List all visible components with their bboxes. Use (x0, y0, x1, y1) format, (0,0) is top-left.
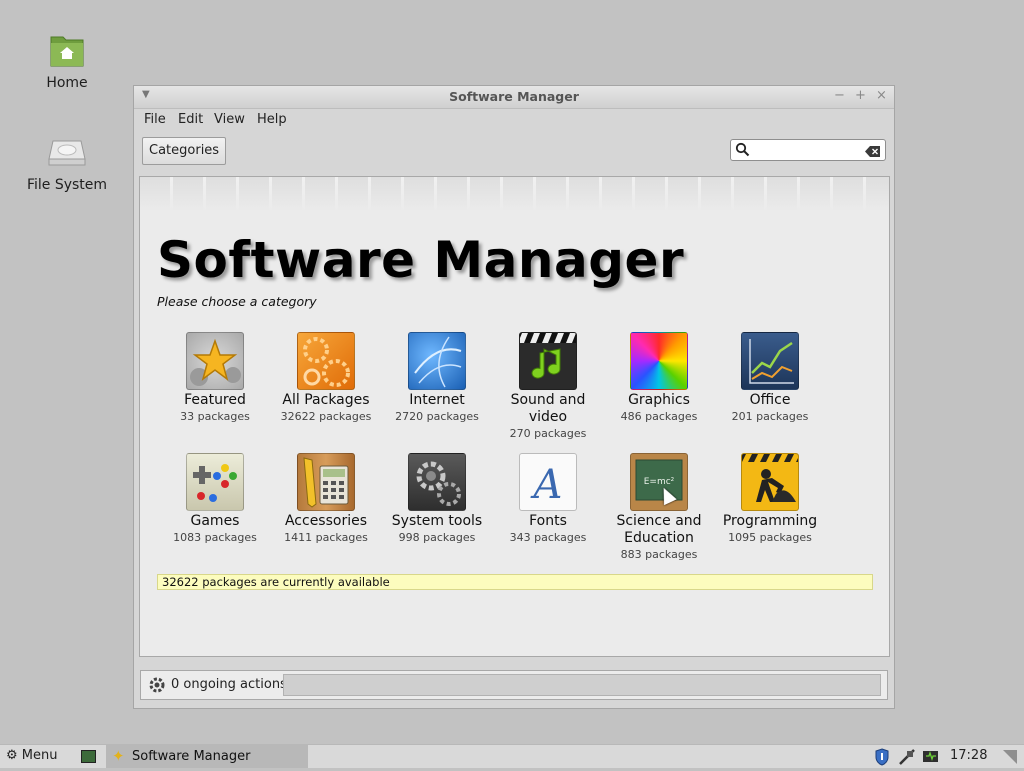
page-subtitle: Please choose a category (157, 294, 317, 309)
desktop-icon-file-system[interactable]: File System (12, 135, 122, 193)
update-shield-icon[interactable] (874, 748, 890, 770)
category-sound-and-video[interactable]: Sound and video 270 packages (493, 332, 603, 442)
start-menu-label: Menu (21, 748, 58, 763)
category-graphics[interactable]: Graphics 486 packages (604, 332, 714, 425)
chalkboard-icon: E=mc² (630, 453, 688, 511)
category-games[interactable]: Games 1083 packages (160, 453, 270, 546)
calculator-icon (297, 453, 355, 511)
category-internet[interactable]: Internet 2720 packages (382, 332, 492, 425)
color-wheel-icon (630, 332, 688, 390)
search-field[interactable] (730, 139, 886, 161)
category-panel: Software Manager Please choose a categor… (139, 176, 890, 657)
chart-icon (741, 332, 799, 390)
category-count: 883 packages (620, 548, 698, 561)
gear-icon: ⚙ (6, 748, 18, 763)
category-name: Office (749, 392, 791, 408)
category-accessories[interactable]: Accessories 1411 packages (271, 453, 381, 546)
clapperboard-music-icon (519, 332, 577, 390)
category-name: All Packages (282, 392, 370, 408)
actions-progress-bar (283, 674, 881, 696)
menu-edit[interactable]: Edit (178, 112, 203, 127)
taskbar-window-software-manager[interactable]: ✦ Software Manager (106, 745, 308, 768)
category-name: Accessories (284, 513, 368, 529)
category-count: 1411 packages (284, 531, 368, 544)
category-count: 998 packages (398, 531, 476, 544)
category-system-tools[interactable]: System tools 998 packages (382, 453, 492, 546)
category-name: Featured (184, 392, 246, 408)
font-icon: A (519, 453, 577, 511)
start-menu-button[interactable]: ⚙ Menu (6, 748, 58, 763)
window-titlebar[interactable]: ▼ Software Manager − + × (134, 86, 894, 109)
category-count: 33 packages (180, 410, 250, 423)
category-name: Programming (722, 513, 818, 529)
star-icon (186, 332, 244, 390)
gears-icon (297, 332, 355, 390)
category-science-and-education[interactable]: E=mc² Science and Education 883 packages (604, 453, 714, 563)
software-manager-icon: ✦ (112, 747, 125, 765)
actions-bar: 0 ongoing actions (140, 670, 888, 700)
category-count: 1083 packages (173, 531, 257, 544)
network-icon[interactable] (898, 748, 916, 770)
drive-icon (45, 135, 89, 171)
menu-view[interactable]: View (214, 112, 245, 127)
construction-icon (741, 453, 799, 511)
category-count: 32622 packages (280, 410, 372, 423)
minimize-icon[interactable]: − (834, 88, 845, 103)
category-name: Sound and video (510, 392, 586, 425)
page-title: Software Manager (157, 231, 685, 289)
header-stripes (140, 177, 889, 211)
category-name: Fonts (529, 513, 567, 529)
show-desktop-icon[interactable] (81, 750, 96, 763)
gamepad-icon (186, 453, 244, 511)
categories-button[interactable]: Categories (142, 137, 227, 165)
taskbar-window-label: Software Manager (132, 749, 251, 764)
gear-icon (408, 453, 466, 511)
clear-search-icon[interactable] (865, 143, 881, 162)
software-manager-window: ▼ Software Manager − + × File Edit View … (133, 85, 895, 709)
desktop-icon-home[interactable]: Home (12, 33, 122, 91)
category-fonts[interactable]: A Fonts 343 packages (493, 453, 603, 546)
category-name: Internet (409, 392, 465, 408)
globe-icon (408, 332, 466, 390)
category-programming[interactable]: Programming 1095 packages (715, 453, 825, 546)
home-folder-icon (45, 33, 89, 69)
clock[interactable]: 17:28 (950, 748, 987, 763)
menu-help[interactable]: Help (257, 112, 287, 127)
desktop-icon-label: Home (46, 75, 88, 91)
window-title: Software Manager (449, 89, 579, 104)
category-office[interactable]: Office 201 packages (715, 332, 825, 425)
search-icon (735, 142, 750, 161)
category-count: 1095 packages (728, 531, 812, 544)
battery-icon[interactable] (922, 749, 940, 769)
category-count: 270 packages (509, 427, 587, 440)
category-count: 201 packages (731, 410, 809, 423)
desktop-icon-label: File System (26, 177, 108, 193)
category-all-packages[interactable]: All Packages 32622 packages (271, 332, 381, 425)
available-packages-status: 32622 packages are currently available (157, 574, 873, 590)
svg-text:A: A (530, 462, 563, 508)
category-featured[interactable]: Featured 33 packages (160, 332, 270, 425)
user-icon[interactable] (1000, 747, 1020, 771)
menu-file[interactable]: File (144, 112, 166, 127)
category-name: System tools (391, 513, 483, 529)
category-count: 486 packages (620, 410, 698, 423)
gear-icon[interactable] (148, 676, 166, 698)
taskbar: ⚙ Menu ✦ Software Manager 17:28 (0, 744, 1024, 768)
category-name: Graphics (628, 392, 690, 408)
search-input[interactable] (753, 142, 865, 160)
maximize-icon[interactable]: + (855, 88, 866, 103)
category-name: Science and Education (616, 513, 702, 546)
close-icon[interactable]: × (876, 88, 887, 103)
category-name: Games (190, 513, 240, 529)
category-count: 2720 packages (395, 410, 479, 423)
category-count: 343 packages (509, 531, 587, 544)
ongoing-actions-label: 0 ongoing actions (171, 677, 287, 692)
